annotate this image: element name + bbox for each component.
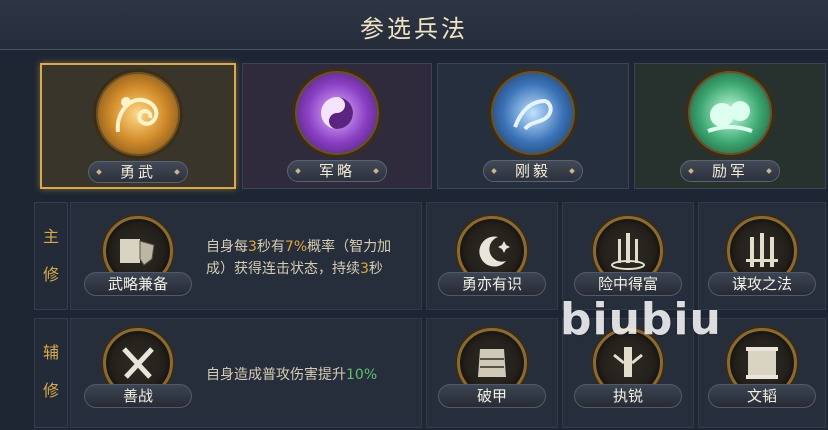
tab-label: 勇武 xyxy=(88,161,188,183)
sub-skill-description: 自身造成普攻伤害提升10% xyxy=(206,367,378,383)
main-skill-description: 自身每3秒有7%概率（智力加 成）获得连击状态，持续3秒 xyxy=(206,239,392,277)
tab-junlue[interactable]: 军略 xyxy=(242,63,432,189)
skill-name: 善战 xyxy=(84,384,192,408)
skill-name: 执锐 xyxy=(574,384,682,408)
watermark: biubiu xyxy=(560,294,722,345)
gourd-emblem-icon xyxy=(685,68,775,158)
skill-name: 武略兼备 xyxy=(84,272,192,296)
skill-name: 文韬 xyxy=(708,384,816,408)
skill-name: 勇亦有识 xyxy=(438,272,546,296)
tab-lijun[interactable]: 励军 xyxy=(634,63,826,189)
tab-label: 励军 xyxy=(680,160,780,182)
qilin-emblem-icon xyxy=(488,68,578,158)
page-title: 参选兵法 xyxy=(360,15,468,43)
tab-label: 军略 xyxy=(287,160,387,182)
tab-yongwu[interactable]: 勇武 xyxy=(40,63,236,189)
skill-name: 险中得富 xyxy=(574,272,682,296)
header-bar: 参选兵法 xyxy=(0,0,828,50)
skill-name: 谋攻之法 xyxy=(708,272,816,296)
tab-gangyi[interactable]: 刚毅 xyxy=(437,63,629,189)
main-slot-label: 主 修 xyxy=(34,202,68,310)
tab-label: 刚毅 xyxy=(483,160,583,182)
sub-slot-label: 辅 修 xyxy=(34,318,68,428)
taiji-emblem-icon xyxy=(292,68,382,158)
dragon-emblem-icon xyxy=(93,69,183,159)
skill-name: 破甲 xyxy=(438,384,546,408)
